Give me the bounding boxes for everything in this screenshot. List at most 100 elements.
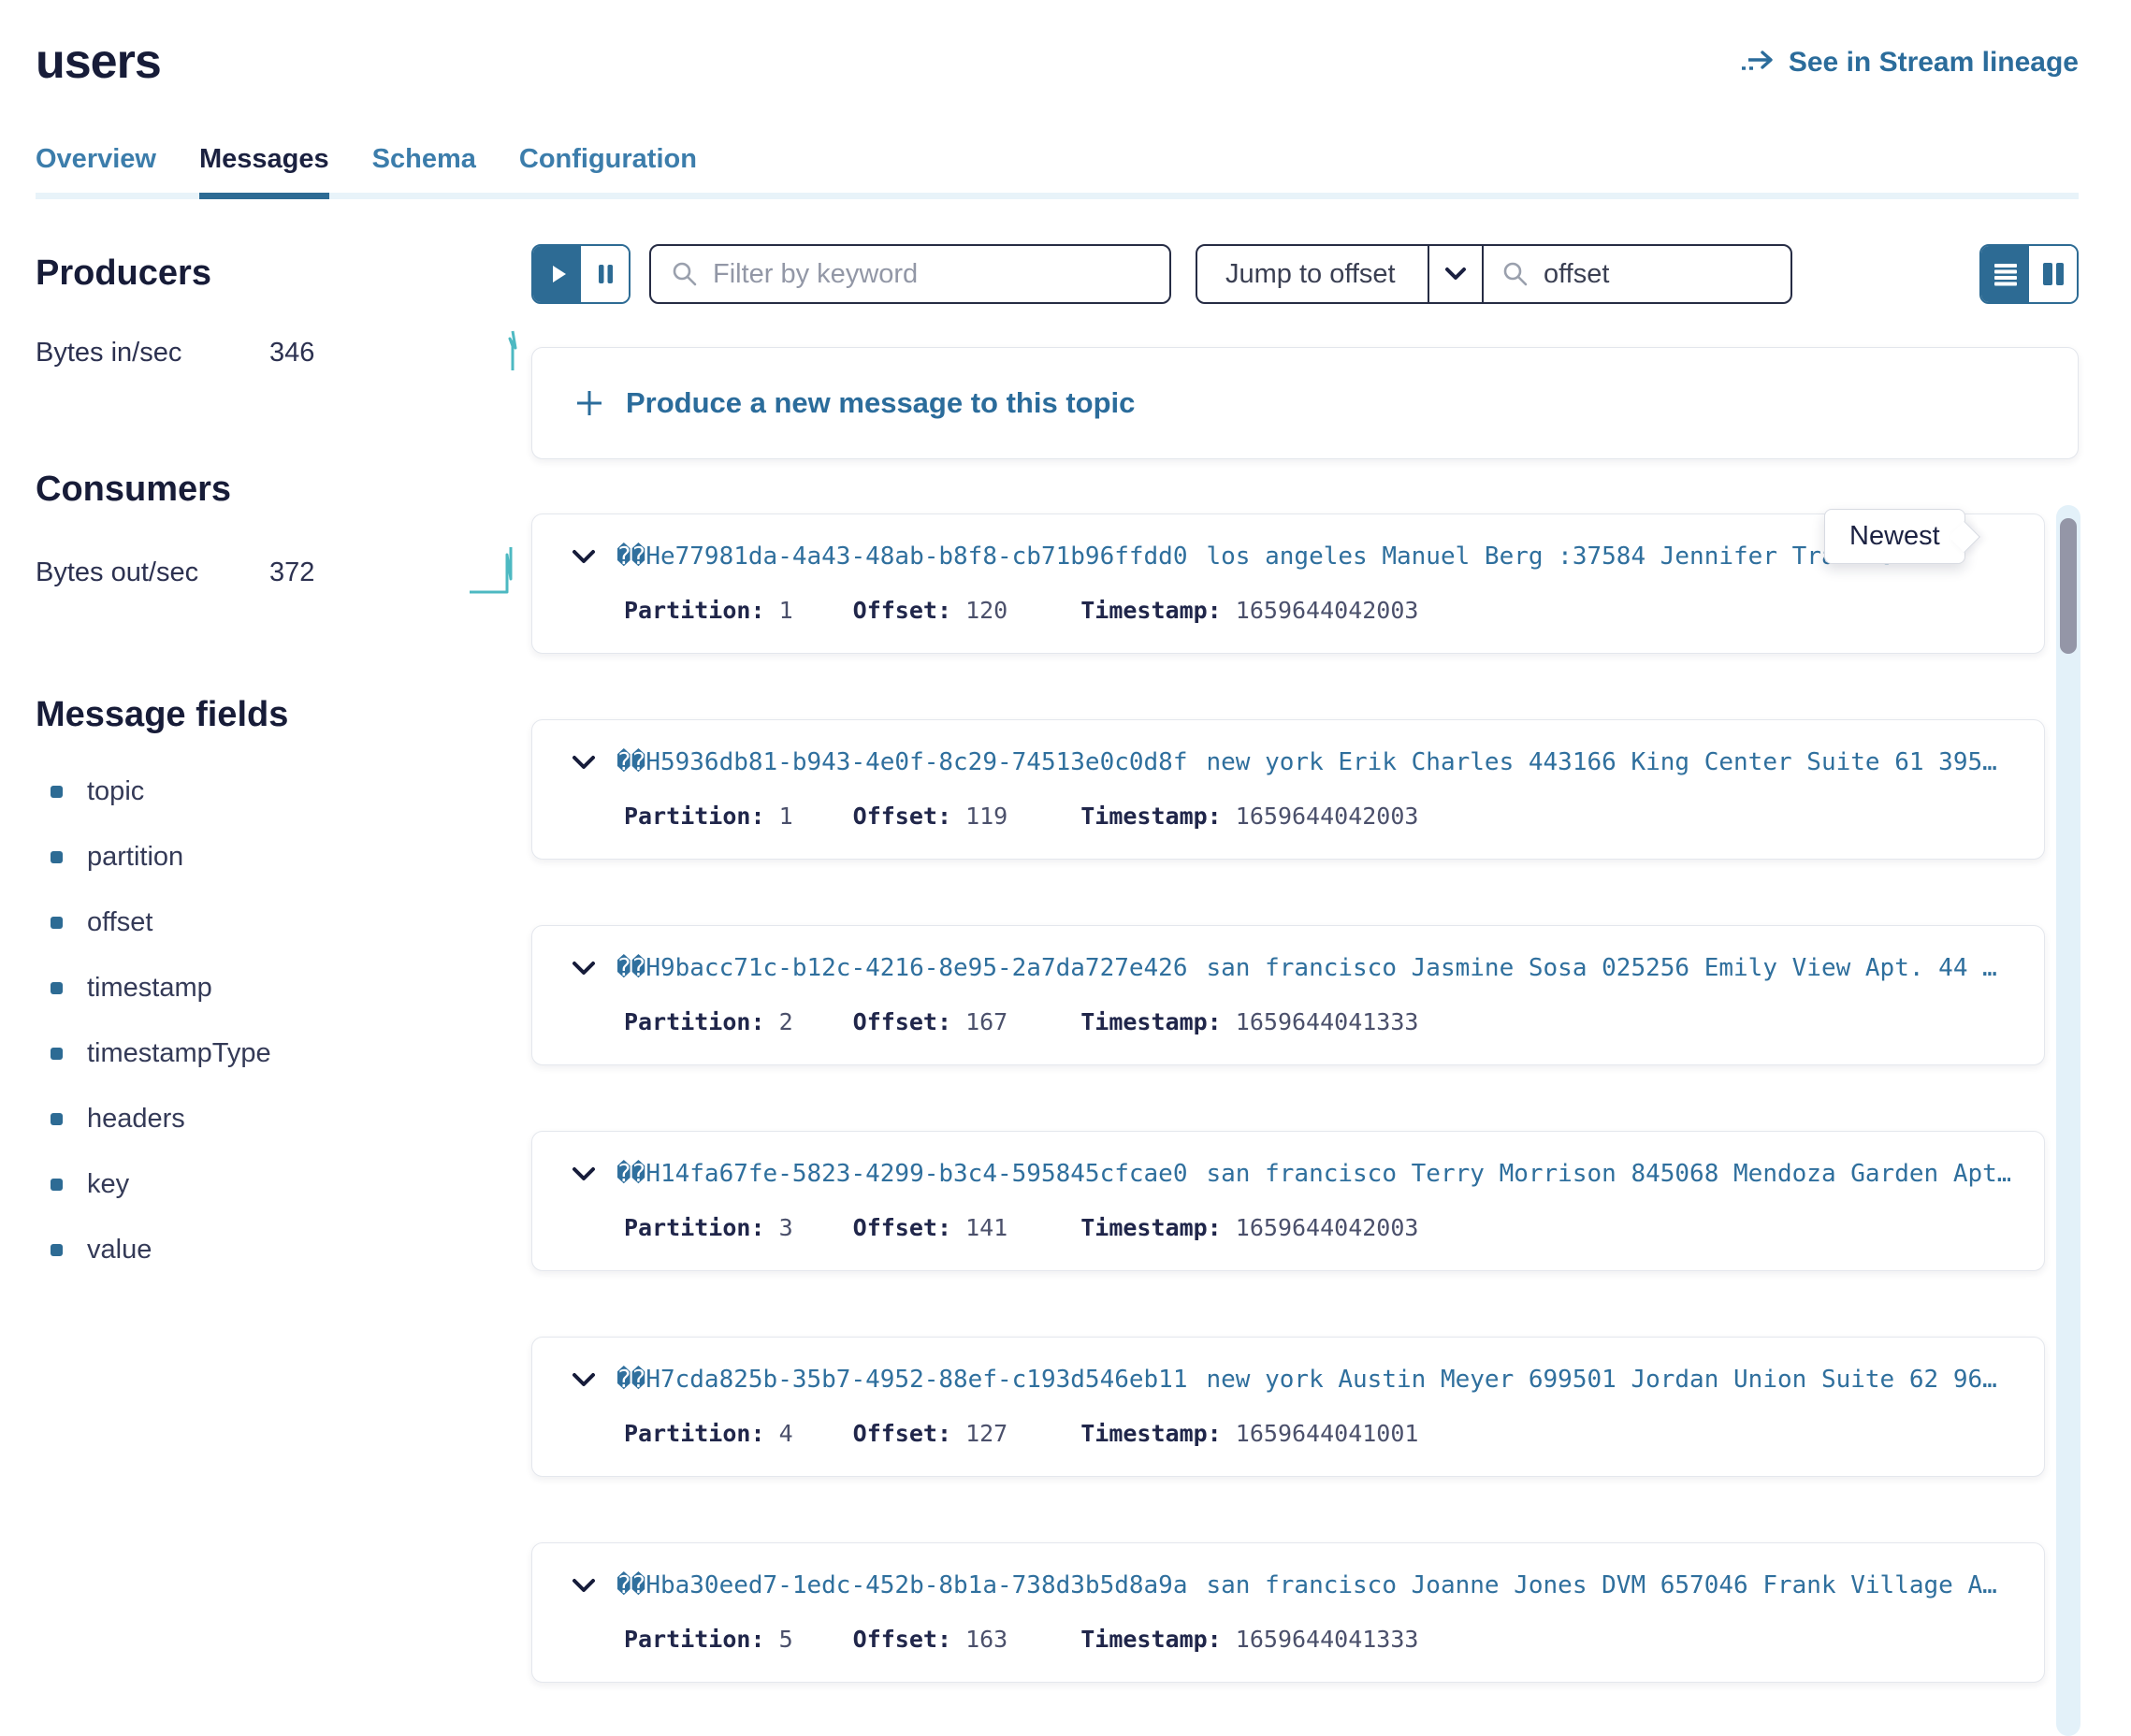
partition-value: 2 xyxy=(779,1008,793,1035)
replacement-glyphs: �� xyxy=(616,954,645,982)
field-bullet-icon xyxy=(51,1244,63,1256)
offset-value: 141 xyxy=(965,1214,1008,1241)
tab-schema[interactable]: Schema xyxy=(372,144,476,199)
replacement-glyphs: �� xyxy=(616,542,645,571)
plus-icon xyxy=(573,387,605,419)
timestamp-label: Timestamp: xyxy=(1080,1008,1222,1035)
message-key: ��H9bacc71c-b12c-4216-8e95-2a7da727e426 xyxy=(616,954,1188,982)
message-row[interactable]: ��H9bacc71c-b12c-4216-8e95-2a7da727e426 … xyxy=(531,925,2045,1065)
filter-keyword-input[interactable]: Filter by keyword xyxy=(649,244,1171,304)
expand-chevron-icon[interactable] xyxy=(572,1578,596,1594)
expand-chevron-icon[interactable] xyxy=(572,961,596,976)
offset-label: Offset: xyxy=(853,1214,951,1241)
field-label: headers xyxy=(87,1104,185,1135)
page-title: users xyxy=(36,34,161,90)
message-key-text: H9bacc71c-b12c-4216-8e95-2a7da727e426 xyxy=(645,954,1187,982)
field-label: value xyxy=(87,1235,152,1266)
chevron-down-icon xyxy=(1443,266,1468,282)
message-field-item[interactable]: timestamp xyxy=(36,973,531,1004)
produce-message-button[interactable]: Produce a new message to this topic xyxy=(531,347,2079,459)
play-icon xyxy=(543,259,573,289)
message-key: ��He77981da-4a43-48ab-b8f8-cb71b96ffdd0 xyxy=(616,542,1188,571)
messages-scrollbar-thumb[interactable] xyxy=(2060,518,2077,654)
sidebar: Producers Bytes in/sec 346 Consumers Byt… xyxy=(36,199,531,1300)
message-key: ��H5936db81-b943-4e0f-8c29-74513e0c0d8f xyxy=(616,748,1188,776)
message-row[interactable]: ��He77981da-4a43-48ab-b8f8-cb71b96ffdd0 … xyxy=(531,514,2045,654)
producers-heading: Producers xyxy=(36,253,531,294)
field-bullet-icon xyxy=(51,1113,63,1125)
field-bullet-icon xyxy=(51,982,63,994)
column-view-button[interactable] xyxy=(2029,246,2077,302)
partition-value: 1 xyxy=(779,597,793,624)
jump-to-offset-select[interactable]: Jump to offset xyxy=(1197,246,1428,302)
offset-value: 167 xyxy=(965,1008,1008,1035)
message-fields-list: topic partition offset timestamp xyxy=(36,776,531,1266)
offset-label: Offset: xyxy=(853,1626,951,1653)
offset-search-input[interactable]: offset xyxy=(1482,246,1790,302)
offset-label: Offset: xyxy=(853,1008,951,1035)
message-value-preview: new york Erik Charles 443166 King Center… xyxy=(1207,748,1997,776)
timestamp-label: Timestamp: xyxy=(1080,1214,1222,1241)
partition-label: Partition: xyxy=(624,1214,765,1241)
field-bullet-icon xyxy=(51,786,63,798)
message-field-item[interactable]: headers xyxy=(36,1104,531,1135)
partition-label: Partition: xyxy=(624,597,765,624)
message-key: ��H14fa67fe-5823-4299-b3c4-595845cfcae0 xyxy=(616,1160,1188,1188)
pause-button[interactable] xyxy=(581,246,629,302)
expand-chevron-icon[interactable] xyxy=(572,755,596,771)
newest-tooltip-label: Newest xyxy=(1849,521,1940,551)
message-field-item[interactable]: value xyxy=(36,1235,531,1266)
content: Producers Bytes in/sec 346 Consumers Byt… xyxy=(36,199,2079,1736)
play-button[interactable] xyxy=(533,246,581,302)
message-field-item[interactable]: offset xyxy=(36,907,531,938)
message-row-meta: Partition: 5Offset: 163Timestamp: 165964… xyxy=(624,1626,2010,1653)
message-field-item[interactable]: topic xyxy=(36,776,531,807)
offset-label: Offset: xyxy=(853,597,951,624)
timestamp-label: Timestamp: xyxy=(1080,1626,1222,1653)
timestamp-label: Timestamp: xyxy=(1080,1420,1222,1447)
messages-scrollbar-track[interactable] xyxy=(2056,505,2080,1736)
tab-configuration[interactable]: Configuration xyxy=(519,144,697,199)
replacement-glyphs: �� xyxy=(616,1160,645,1188)
list-view-button[interactable] xyxy=(1981,246,2029,302)
bytes-in-sparkline xyxy=(498,326,529,380)
messages-panel: Filter by keyword Jump to offset xyxy=(531,199,2079,1736)
message-row-meta: Partition: 4Offset: 127Timestamp: 165964… xyxy=(624,1420,2010,1447)
see-in-stream-lineage-link[interactable]: See in Stream lineage xyxy=(1740,47,2079,79)
message-row-summary: ��H7cda825b-35b7-4952-88ef-c193d546eb11 … xyxy=(572,1366,2010,1394)
message-field-item[interactable]: timestampType xyxy=(36,1038,531,1069)
partition-label: Partition: xyxy=(624,1008,765,1035)
message-row[interactable]: ��H14fa67fe-5823-4299-b3c4-595845cfcae0 … xyxy=(531,1131,2045,1271)
produce-button-label: Produce a new message to this topic xyxy=(626,386,1135,420)
topic-tabs: Overview Messages Schema Configuration xyxy=(36,144,2079,199)
partition-label: Partition: xyxy=(624,1420,765,1447)
field-bullet-icon xyxy=(51,851,63,863)
message-row[interactable]: ��Hba30eed7-1edc-452b-8b1a-738d3b5d8a9a … xyxy=(531,1542,2045,1683)
message-key-text: H7cda825b-35b7-4952-88ef-c193d546eb11 xyxy=(645,1366,1187,1394)
field-label: partition xyxy=(87,842,183,873)
topic-page: users See in Stream lineage Overview Mes… xyxy=(0,0,2131,1736)
offset-search-icon xyxy=(1500,259,1530,289)
tab-overview[interactable]: Overview xyxy=(36,144,156,199)
message-key: ��H7cda825b-35b7-4952-88ef-c193d546eb11 xyxy=(616,1366,1188,1394)
jump-to-offset-control: Jump to offset xyxy=(1196,244,1792,304)
message-row[interactable]: ��H5936db81-b943-4e0f-8c29-74513e0c0d8f … xyxy=(531,719,2045,860)
expand-chevron-icon[interactable] xyxy=(572,1166,596,1182)
bytes-out-stat-row: Bytes out/sec 372 xyxy=(36,542,531,603)
expand-chevron-icon[interactable] xyxy=(572,549,596,565)
expand-chevron-icon[interactable] xyxy=(572,1372,596,1388)
bytes-out-label: Bytes out/sec xyxy=(36,557,269,588)
message-row[interactable]: ��H7cda825b-35b7-4952-88ef-c193d546eb11 … xyxy=(531,1337,2045,1477)
bytes-out-sparkline xyxy=(468,542,529,603)
message-field-item[interactable]: key xyxy=(36,1169,531,1200)
field-label: key xyxy=(87,1169,129,1200)
lineage-link-label: See in Stream lineage xyxy=(1789,47,2079,79)
tab-messages[interactable]: Messages xyxy=(199,144,329,199)
timestamp-value: 1659644041333 xyxy=(1236,1008,1419,1035)
timestamp-label: Timestamp: xyxy=(1080,597,1222,624)
partition-label: Partition: xyxy=(624,1626,765,1653)
message-value-preview: new york Austin Meyer 699501 Jordan Unio… xyxy=(1207,1366,1997,1394)
jump-to-offset-dropdown-button[interactable] xyxy=(1428,246,1482,302)
message-fields-heading: Message fields xyxy=(36,695,531,735)
message-field-item[interactable]: partition xyxy=(36,842,531,873)
